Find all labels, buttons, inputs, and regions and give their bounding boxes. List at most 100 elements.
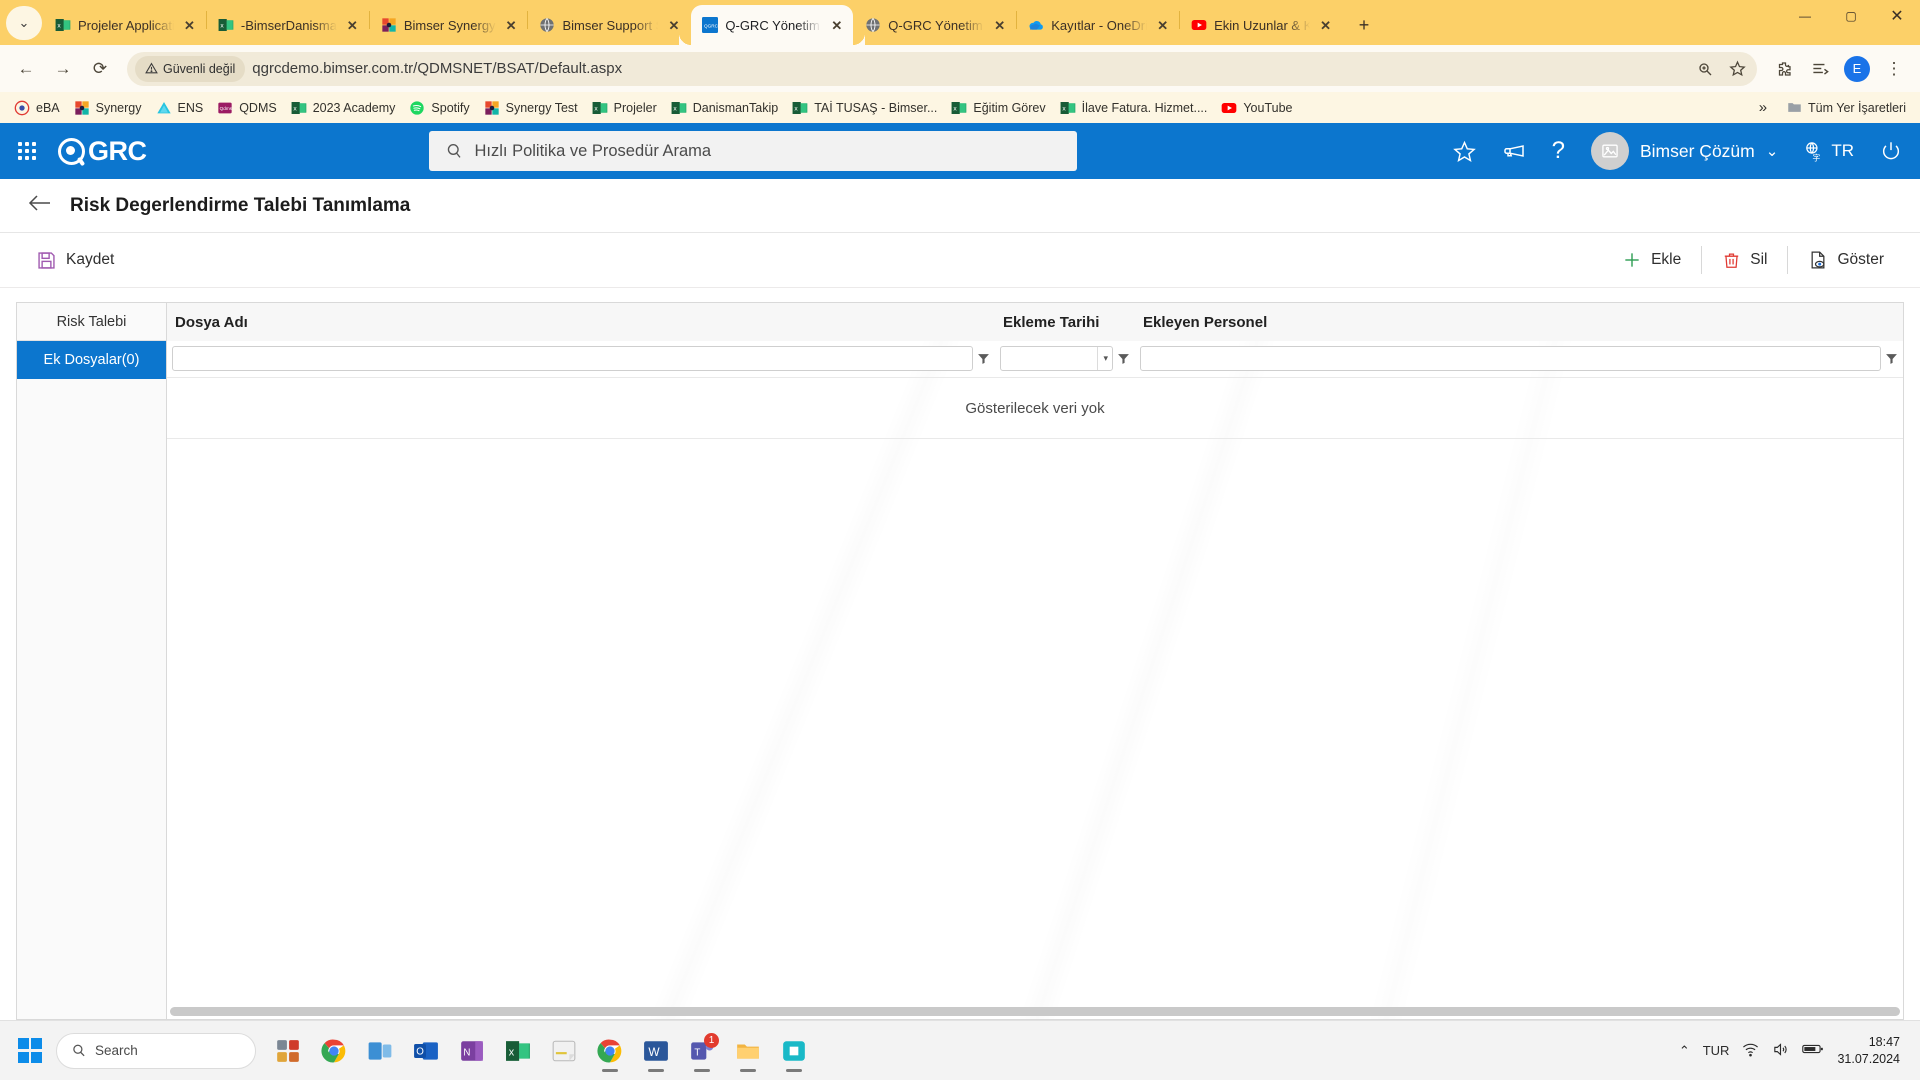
browser-tab[interactable]: Kayıtlar - OneDri ✕	[1017, 5, 1179, 45]
tab-close-button[interactable]: ✕	[991, 19, 1008, 32]
browser-tab[interactable]: Q-GRC Yönetim S ✕	[854, 5, 1016, 45]
bookmark-item[interactable]: Qdms QDMS	[211, 96, 283, 120]
filter-input-added-by[interactable]	[1140, 345, 1881, 371]
youtube-icon	[1221, 100, 1237, 116]
tab-close-button[interactable]: ✕	[828, 19, 845, 32]
site-security-badge[interactable]: Güvenli değil	[135, 55, 246, 82]
taskbar-teams-icon[interactable]: T1	[680, 1029, 724, 1073]
bookmark-item[interactable]: ENS	[150, 96, 210, 120]
taskbar-widgets-icon[interactable]	[266, 1029, 310, 1073]
wifi-icon[interactable]	[1742, 1041, 1759, 1061]
back-button[interactable]: ←	[9, 52, 43, 86]
profile-avatar[interactable]: E	[1844, 55, 1870, 82]
bookmark-label: ENS	[177, 100, 204, 115]
tab-close-button[interactable]: ✕	[1154, 19, 1171, 32]
zoom-icon[interactable]	[1691, 55, 1719, 83]
bookmarks-overflow-button[interactable]: »	[1753, 99, 1773, 116]
taskbar-search-box[interactable]: Search	[56, 1032, 256, 1069]
quick-search-box[interactable]: Hızlı Politika ve Prosedür Arama	[428, 131, 1077, 171]
column-header-added-by[interactable]: Ekleyen Personel	[1135, 314, 1903, 331]
preview-eye-icon	[1812, 251, 1825, 269]
taskbar-sticky-notes-icon[interactable]	[542, 1029, 586, 1073]
reload-button[interactable]: ⟳	[83, 52, 117, 86]
youtube-icon	[1222, 102, 1237, 113]
funnel-icon[interactable]	[977, 352, 990, 365]
funnel-icon[interactable]	[1885, 352, 1898, 365]
bookmark-item[interactable]: Synergy	[68, 96, 148, 120]
bookmark-item[interactable]: YouTube	[1215, 96, 1298, 120]
browser-tab[interactable]: Bimser Support S ✕	[528, 5, 690, 45]
maximize-button[interactable]: ▢	[1828, 0, 1874, 32]
tab-close-button[interactable]: ✕	[1317, 19, 1334, 32]
address-bar[interactable]: Güvenli değil qgrcdemo.bimser.com.tr/QDM…	[127, 51, 1757, 86]
bookmark-item[interactable]: x Projeler	[586, 96, 663, 120]
reading-list-icon[interactable]	[1803, 52, 1837, 86]
windows-start-icon[interactable]	[8, 1029, 52, 1073]
tray-expand-icon[interactable]: ⌃	[1679, 1043, 1690, 1059]
apps-grid-icon[interactable]	[18, 142, 36, 160]
taskbar-file-explorer-icon[interactable]	[726, 1029, 770, 1073]
power-icon[interactable]	[1880, 140, 1902, 162]
taskbar-onenote-icon[interactable]: N	[450, 1029, 494, 1073]
taskbar-chrome-icon[interactable]	[312, 1029, 356, 1073]
save-button[interactable]: Kaydet	[22, 243, 128, 277]
user-menu[interactable]: Bimser Çözüm ⌄	[1591, 132, 1778, 170]
taskbar-app-icon[interactable]	[772, 1029, 816, 1073]
tab-close-button[interactable]: ✕	[665, 19, 682, 32]
bookmark-item[interactable]: x Eğitim Görev	[945, 96, 1051, 120]
bookmark-item[interactable]: Spotify	[403, 96, 475, 120]
tab-close-button[interactable]: ✕	[344, 19, 361, 32]
taskbar-clock[interactable]: 18:47 31.07.2024	[1837, 1034, 1900, 1068]
browser-tab[interactable]: x -BimserDanisman ✕	[207, 5, 369, 45]
bookmark-item[interactable]: x İlave Fatura. Hizmet....	[1054, 96, 1214, 120]
puzzle-icon[interactable]	[1767, 52, 1801, 86]
forward-button[interactable]: →	[46, 52, 80, 86]
taskbar-excel-icon[interactable]: x	[496, 1029, 540, 1073]
taskbar-outlook-icon[interactable]: O	[404, 1029, 448, 1073]
back-arrow-icon[interactable]	[28, 193, 52, 219]
bookmark-item[interactable]: x 2023 Academy	[285, 96, 402, 120]
bookmark-item[interactable]: x DanismanTakip	[665, 96, 784, 120]
bookmark-item[interactable]: eBA	[8, 96, 66, 120]
browser-tab[interactable]: Bimser Synergy ✕	[370, 5, 528, 45]
tab-close-button[interactable]: ✕	[181, 19, 198, 32]
announcements-megaphone-icon[interactable]	[1502, 139, 1526, 163]
grid-body	[167, 439, 1903, 1005]
sidebar-item-risk-talebi[interactable]: Risk Talebi	[17, 303, 166, 341]
sidebar-item-ek-dosyalar-0[interactable]: Ek Dosyalar(0)	[17, 341, 166, 379]
funnel-icon[interactable]	[1117, 352, 1130, 365]
all-bookmarks-button[interactable]: Tüm Yer İşaretleri	[1781, 96, 1912, 119]
kebab-menu-icon[interactable]: ⋮	[1877, 52, 1911, 86]
tab-search-button[interactable]: ⌄	[6, 6, 42, 40]
bookmark-item[interactable]: x TAİ TUSAŞ - Bimser...	[786, 96, 943, 120]
favorites-star-icon[interactable]	[1452, 140, 1476, 163]
taskbar-chrome-active-icon[interactable]	[588, 1029, 632, 1073]
language-switcher[interactable]: 字 TR	[1804, 141, 1854, 162]
column-header-file-name[interactable]: Dosya Adı	[167, 314, 995, 331]
delete-button[interactable]: Sil	[1708, 243, 1781, 277]
new-tab-button[interactable]: +	[1350, 11, 1378, 39]
excel-icon: x	[592, 101, 607, 114]
battery-icon[interactable]	[1802, 1042, 1824, 1059]
bookmark-item[interactable]: Synergy Test	[478, 96, 584, 120]
close-window-button[interactable]: ✕	[1874, 0, 1920, 32]
grid-horizontal-scrollbar[interactable]	[167, 1005, 1903, 1019]
taskbar-task-view-icon[interactable]	[358, 1029, 402, 1073]
browser-tab[interactable]: x Projeler Applicati ✕	[44, 5, 206, 45]
volume-icon[interactable]	[1772, 1041, 1789, 1061]
filter-select-added-date[interactable]: ▾	[1000, 345, 1113, 371]
browser-tab[interactable]: QGRC Q-GRC Yönetim S ✕	[691, 5, 866, 45]
filter-input-file-name[interactable]	[172, 345, 973, 371]
column-header-added-date[interactable]: Ekleme Tarihi	[995, 314, 1135, 331]
taskbar-word-icon[interactable]: W	[634, 1029, 678, 1073]
tab-close-button[interactable]: ✕	[503, 19, 520, 32]
minimize-button[interactable]: —	[1782, 0, 1828, 32]
help-question-icon[interactable]: ?	[1552, 139, 1565, 163]
tray-language-label[interactable]: TUR	[1703, 1043, 1730, 1058]
add-button[interactable]: Ekle	[1608, 243, 1695, 277]
star-icon[interactable]	[1723, 55, 1751, 83]
user-avatar-icon	[1591, 132, 1629, 170]
browser-tab[interactable]: Ekin Uzunlar & K ✕	[1180, 5, 1342, 45]
app-logo[interactable]: GRC	[58, 136, 147, 167]
preview-button[interactable]: Göster	[1794, 243, 1898, 277]
